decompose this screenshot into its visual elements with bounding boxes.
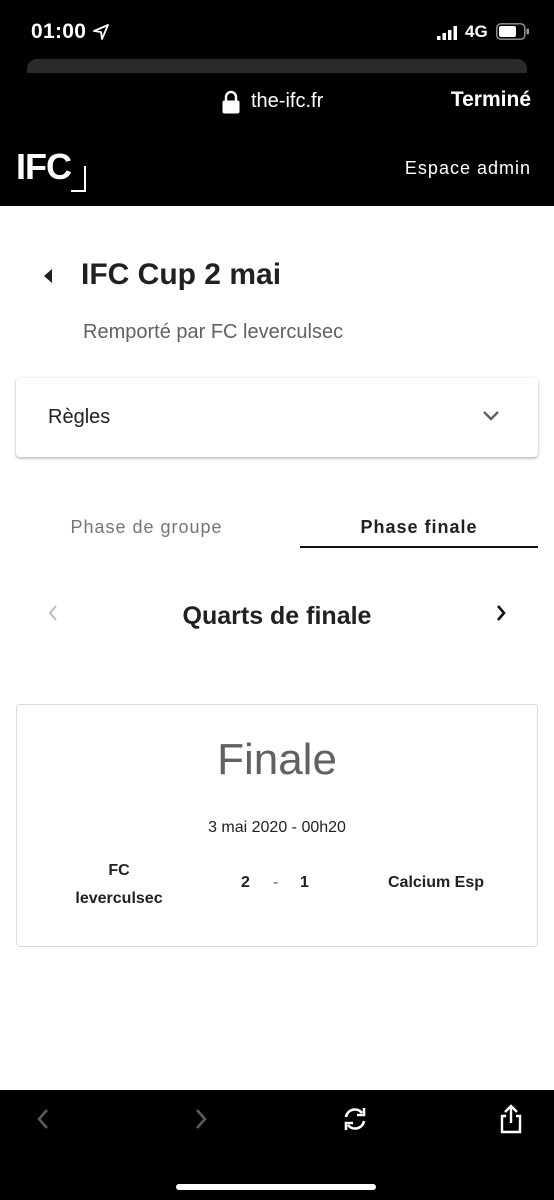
browser-back-button[interactable]: [28, 1104, 58, 1134]
browser-toolbar: [0, 1090, 554, 1200]
tab-group-phase[interactable]: Phase de groupe: [16, 490, 277, 548]
ifc-logo[interactable]: IFC: [16, 144, 90, 192]
lock-icon: [222, 90, 240, 114]
battery-icon: [496, 23, 529, 40]
home-score: 2: [241, 874, 250, 891]
chevron-down-icon: [483, 411, 499, 421]
tab-final-phase[interactable]: Phase finale: [300, 490, 538, 548]
done-button[interactable]: Terminé: [451, 88, 531, 112]
chevron-right-icon: [196, 1109, 207, 1129]
network-label: 4G: [465, 22, 488, 41]
away-team: Calcium Esp: [387, 874, 485, 891]
home-team-line1: FC: [108, 862, 130, 879]
url-bar[interactable]: the-ifc.fr Terminé: [0, 78, 554, 128]
next-round-button[interactable]: [492, 602, 510, 624]
browser-reload-button[interactable]: [340, 1104, 370, 1134]
chevron-left-icon: [37, 1109, 48, 1129]
share-icon: [500, 1104, 522, 1134]
score-separator: -: [273, 874, 279, 891]
signal-bars-icon: [437, 26, 457, 40]
back-button[interactable]: [38, 264, 58, 288]
round-navigator: Quarts de finale: [0, 590, 554, 640]
url-text[interactable]: the-ifc.fr: [251, 90, 323, 113]
tab-peek: [27, 59, 527, 73]
browser-forward-button[interactable]: [186, 1104, 216, 1134]
logo-text: IFC: [16, 146, 72, 187]
location-arrow-icon: [93, 24, 109, 40]
match-date: 3 mai 2020 - 00h20: [208, 819, 346, 836]
home-team-line2: leverculsec: [75, 890, 163, 907]
chevron-right-icon: [497, 605, 506, 621]
phase-tabs: Phase de groupe Phase finale: [16, 490, 538, 550]
status-time: 01:00: [31, 20, 87, 43]
rules-expansion-panel[interactable]: Règles: [16, 378, 538, 457]
admin-link[interactable]: Espace admin: [405, 158, 531, 179]
round-title: Quarts de finale: [182, 602, 372, 630]
home-indicator: [176, 1184, 376, 1190]
site-header: IFC Espace admin: [0, 138, 554, 206]
browser-share-button[interactable]: [496, 1104, 526, 1134]
reload-icon: [344, 1108, 366, 1130]
rules-label: Règles: [48, 406, 111, 428]
browser-chrome-top: 01:00 4G the-ifc.fr Terminé IFC Espace a…: [0, 0, 554, 206]
winner-text: Remporté par FC leverculsec: [83, 321, 344, 343]
page-title: IFC Cup 2 mai: [81, 258, 282, 291]
active-tab-indicator: [300, 546, 538, 548]
back-triangle-icon: [44, 269, 52, 283]
logo-bracket: [71, 166, 86, 192]
home-team: FC leverculsec: [59, 857, 179, 913]
match-stage: Finale: [217, 735, 337, 784]
match-card[interactable]: Finale 3 mai 2020 - 00h20 FC leverculsec…: [16, 704, 538, 947]
status-bar: 01:00 4G: [0, 0, 554, 62]
away-score: 1: [300, 874, 309, 891]
